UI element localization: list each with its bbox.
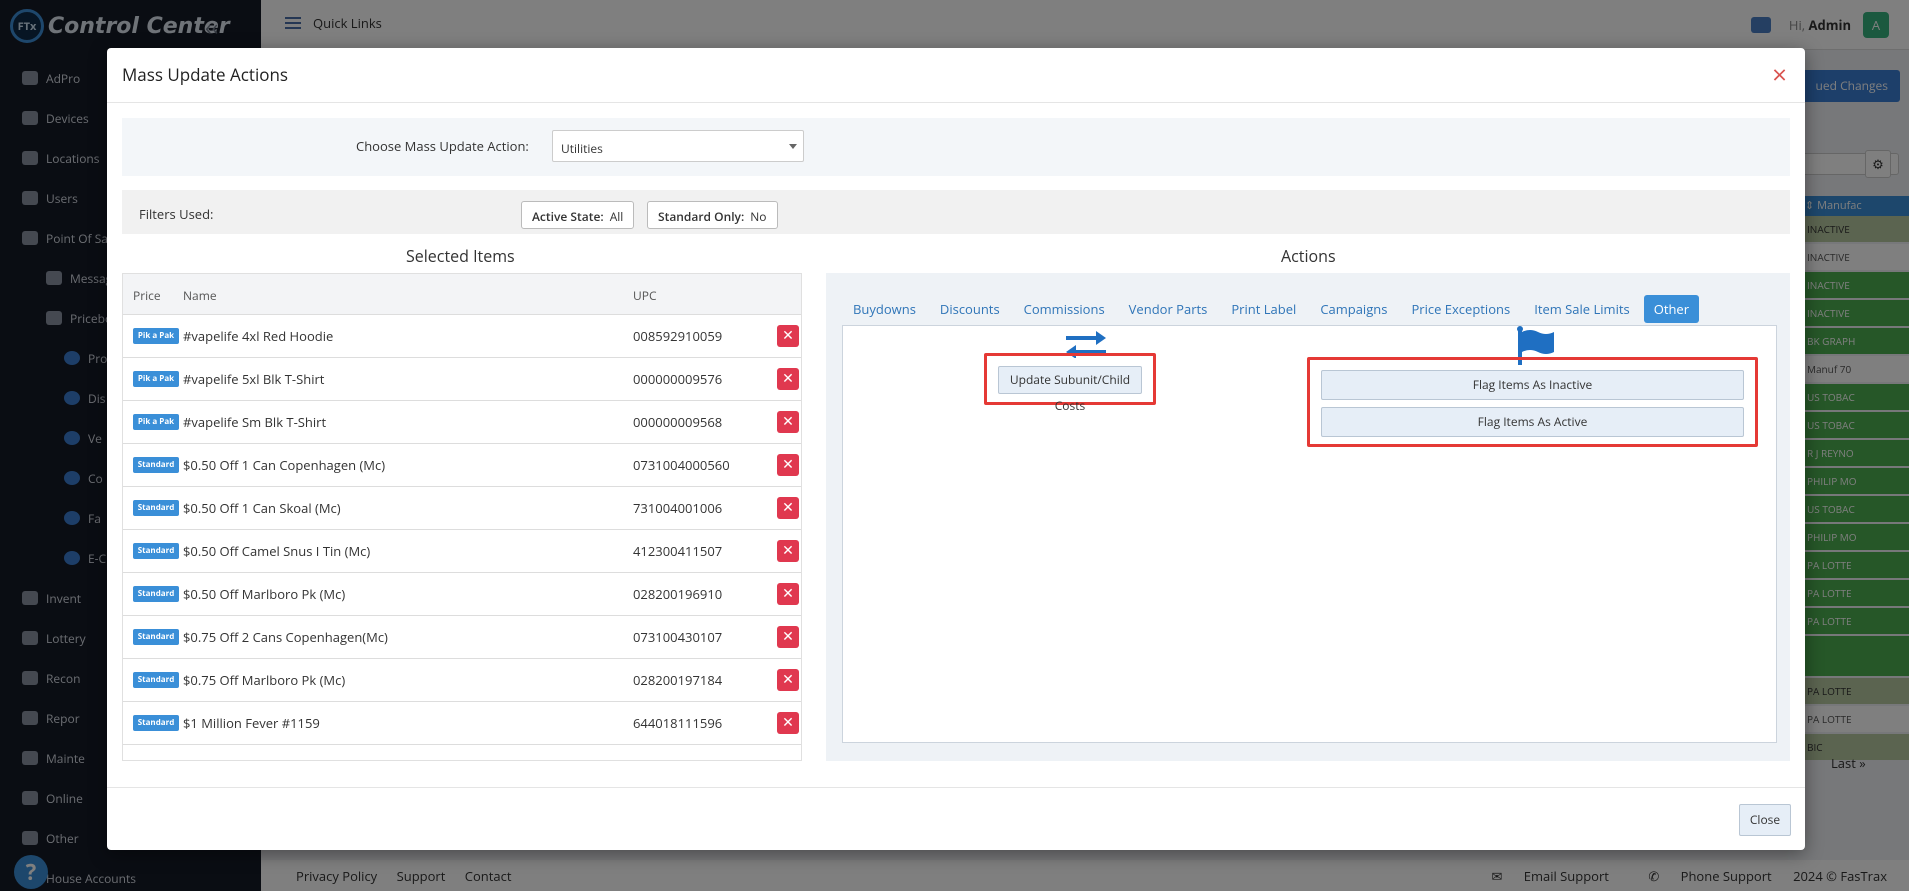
price-type-badge: Pik a Pak [133,328,179,344]
remove-item-icon[interactable]: ✕ [777,540,799,562]
price-type-badge: Standard [133,586,179,602]
table-row: Pik a Pak #vapelife 5xl Blk T-Shirt 000000… [123,358,801,401]
other-tab-panel: Update Subunit/Child Costs Flag Items As… [842,325,1777,743]
item-name: $0.75 Off 2 Cans Copenhagen(Mc) [183,628,388,646]
remove-item-icon[interactable]: ✕ [777,497,799,519]
table-row: Standard $0.50 Off Camel Snus I Tin (Mc) 4… [123,530,801,573]
modal-header: Mass Update Actions × [107,48,1805,103]
price-type-badge: Standard [133,672,179,688]
item-upc: 731004001006 [633,499,723,517]
item-name: $0.75 Off Marlboro Pk (Mc) [183,671,346,689]
item-upc: 000000009568 [633,413,723,431]
tab-item-sale-limits[interactable]: Item Sale Limits [1524,295,1640,323]
remove-item-icon[interactable]: ✕ [777,325,799,347]
remove-item-icon[interactable]: ✕ [777,626,799,648]
flag-items-active-button[interactable]: Flag Items As Active [1321,407,1744,437]
remove-item-icon[interactable]: ✕ [777,669,799,691]
close-icon[interactable]: × [1772,56,1787,92]
tab-campaigns[interactable]: Campaigns [1310,295,1397,323]
item-upc: 028200197184 [633,671,723,689]
item-name: #vapelife 5xl Blk T-Shirt [183,370,325,388]
tab-buydowns[interactable]: Buydowns [843,295,926,323]
tab-discounts[interactable]: Discounts [930,295,1010,323]
column-upc: UPC [633,287,657,304]
table-row: Pik a Pak #vapelife 4xl Red Hoodie 0085929… [123,315,801,358]
table-row: Standard $0.75 Off Marlboro Pk (Mc) 028200… [123,659,801,702]
item-name: $0.50 Off Marlboro Pk (Mc) [183,585,346,603]
choose-action-label: Choose Mass Update Action: [356,137,529,155]
actions-title: Actions [1281,245,1336,267]
price-type-badge: Pik a Pak [133,371,179,387]
price-type-badge: Standard [133,543,179,559]
table-row: Standard $0.75 Off 2 Cans Copenhagen(Mc) 0… [123,616,801,659]
table-row: Pik a Pak #vapelife Sm Blk T-Shirt 0000000… [123,401,801,444]
item-name: $0.50 Off 1 Can Skoal (Mc) [183,499,341,517]
filters-label: Filters Used: [139,205,214,223]
table-row: Standard $0.50 Off 1 Can Skoal (Mc) 731004… [123,487,801,530]
price-type-badge: Standard [133,457,179,473]
selected-items-title: Selected Items [406,245,515,267]
item-upc: 0731004000560 [633,456,730,474]
price-type-badge: Standard [133,715,179,731]
mass-update-action-select[interactable]: Utilities [552,130,804,162]
remove-item-icon[interactable]: ✕ [777,454,799,476]
tab-print-label[interactable]: Print Label [1221,295,1306,323]
column-name: Name [183,287,217,304]
table-header: Price Name UPC [123,274,801,315]
selected-items-table: Price Name UPC Pik a Pak #vapelife 4xl Re… [122,273,802,761]
price-type-badge: Standard [133,500,179,516]
remove-item-icon[interactable]: ✕ [777,583,799,605]
item-name: $1 Million Fever #1159 [183,714,320,732]
item-upc: 008592910059 [633,327,723,345]
modal-footer-divider [107,787,1805,788]
update-subunit-costs-button[interactable]: Update Subunit/Child Costs [998,366,1142,414]
filter-active-state: Active State: All [521,201,635,229]
mass-update-modal: Mass Update Actions × Choose Mass Update… [107,48,1805,850]
item-upc: 412300411507 [633,542,723,560]
price-type-badge: Standard [133,629,179,645]
item-upc: 073100430107 [633,628,723,646]
item-name: $0.50 Off Camel Snus I Tin (Mc) [183,542,371,560]
tab-vendor-parts[interactable]: Vendor Parts [1119,295,1218,323]
remove-item-icon[interactable]: ✕ [777,411,799,433]
table-row: Standard $0.50 Off Marlboro Pk (Mc) 028200… [123,573,801,616]
price-type-badge: Pik a Pak [133,414,179,430]
table-row: Standard $1 Million Fever #1159 6440181115… [123,702,801,745]
item-name: #vapelife Sm Blk T-Shirt [183,413,327,431]
tab-other[interactable]: Other [1643,295,1700,323]
item-upc: 000000009576 [633,370,723,388]
tab-commissions[interactable]: Commissions [1014,295,1115,323]
item-upc: 028200196910 [633,585,723,603]
caret-down-icon [789,144,797,149]
table-row: Standard $0.50 Off 1 Can Copenhagen (Mc) 0… [123,444,801,487]
selected-action-value: Utilities [561,140,603,157]
tab-price-exceptions[interactable]: Price Exceptions [1401,295,1520,323]
close-button[interactable]: Close [1739,804,1791,836]
actions-section: Buydowns Discounts Commissions Vendor Parts… [826,273,1790,761]
remove-item-icon[interactable]: ✕ [777,712,799,734]
flag-items-inactive-button[interactable]: Flag Items As Inactive [1321,370,1744,400]
modal-title: Mass Update Actions [122,63,289,86]
filters-section: Filters Used: Active State: All Standard … [122,190,1790,234]
action-tabs: Buydowns Discounts Commissions Vendor Parts… [843,295,1703,323]
item-name: #vapelife 4xl Red Hoodie [183,327,334,345]
remove-item-icon[interactable]: ✕ [777,368,799,390]
filter-standard-only: Standard Only: No [647,201,778,229]
item-upc: 644018111596 [633,714,723,732]
choose-action-section: Choose Mass Update Action: Utilities [122,118,1790,176]
item-name: $0.50 Off 1 Can Copenhagen (Mc) [183,456,386,474]
column-price: Price [133,287,161,304]
